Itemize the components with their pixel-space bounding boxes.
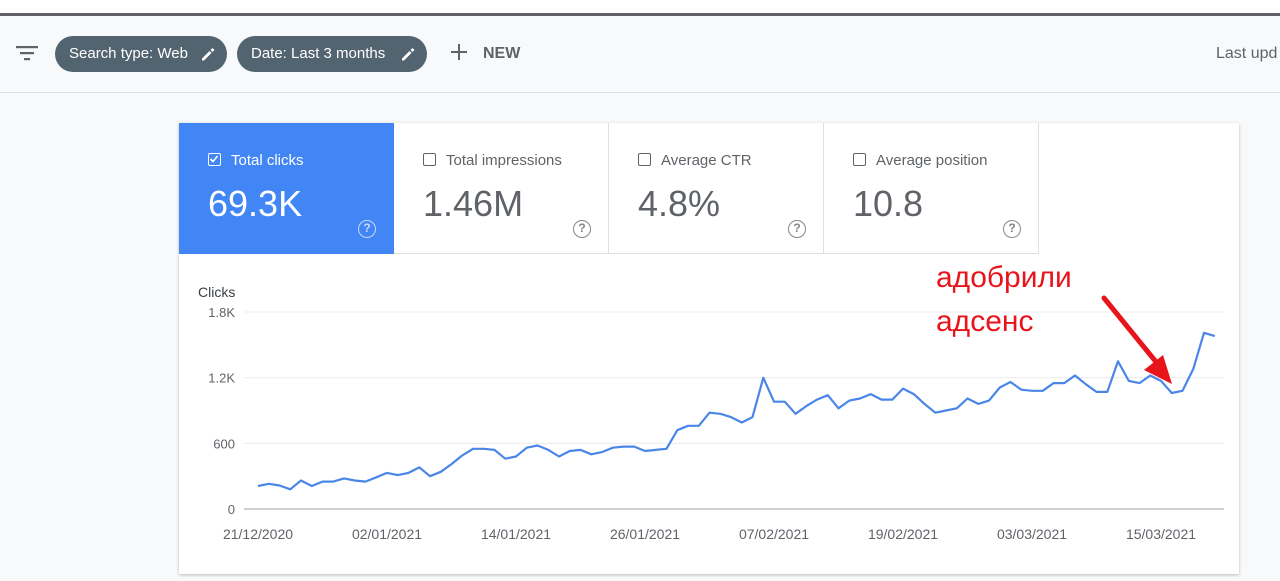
annotation-arrow-shaft — [1101, 295, 1164, 371]
y-tick-label: 1.2K — [208, 371, 235, 386]
y-tick-label: 0 — [228, 502, 235, 517]
y-tick-label: 1.8K — [208, 305, 235, 320]
filter-list-icon[interactable] — [14, 43, 40, 63]
last-updated-text: Last upd — [1216, 45, 1278, 62]
pencil-icon[interactable] — [200, 46, 216, 62]
plus-icon — [451, 44, 467, 61]
y-axis-title: Clicks — [198, 284, 235, 300]
series-line-clicks — [257, 331, 1216, 491]
clicks-line-chart: Clicks 1.8K 1.2K 600 0 21/12/2020 02/01/2021 14… — [198, 284, 1224, 542]
annotation-text: адобрили адсенс — [936, 256, 1072, 344]
performance-card: Total clicks 69.3K ? Total impressions 1… — [179, 123, 1239, 574]
x-tick-label: 26/01/2021 — [610, 526, 680, 542]
search-type-chip-label: Search type: Web — [69, 45, 188, 62]
x-tick-label: 15/03/2021 — [1126, 526, 1196, 542]
x-tick-label: 19/02/2021 — [868, 526, 938, 542]
date-range-chip[interactable]: Date: Last 3 months — [237, 36, 427, 72]
x-tick-label: 14/01/2021 — [481, 526, 551, 542]
y-tick-label: 600 — [213, 436, 235, 451]
x-tick-label: 03/03/2021 — [997, 526, 1067, 542]
annotation-line-2: адсенс — [936, 305, 1034, 338]
search-type-chip[interactable]: Search type: Web — [55, 36, 227, 72]
top-bar — [0, 0, 1280, 16]
new-button-label: NEW — [483, 45, 521, 62]
x-tick-label: 07/02/2021 — [739, 526, 809, 542]
filter-toolbar: Search type: Web Date: Last 3 months NEW… — [0, 19, 1280, 93]
pencil-icon[interactable] — [400, 46, 416, 62]
date-range-chip-label: Date: Last 3 months — [251, 45, 386, 62]
new-filter-button[interactable]: NEW — [448, 36, 520, 72]
x-tick-label: 02/01/2021 — [352, 526, 422, 542]
x-tick-label: 21/12/2020 — [223, 526, 293, 542]
annotation-line-1: адобрили — [936, 261, 1072, 294]
